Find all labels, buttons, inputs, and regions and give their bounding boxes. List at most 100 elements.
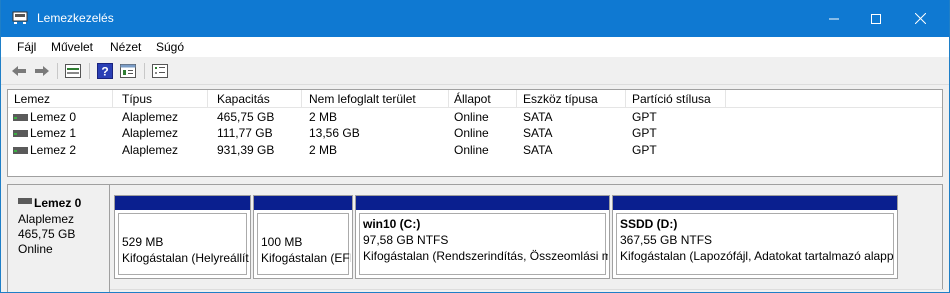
help-icon: ?	[97, 63, 113, 79]
back-icon	[12, 66, 26, 76]
help-button[interactable]: ?	[96, 62, 114, 80]
column-header-disk[interactable]: Lemez	[14, 92, 50, 106]
column-header-partition-style[interactable]: Partíció stílusa	[632, 92, 711, 106]
disk-name: Lemez 0	[34, 196, 82, 210]
svg-text:?: ?	[101, 65, 108, 79]
column-divider[interactable]	[625, 90, 626, 108]
settings-button[interactable]	[151, 62, 169, 80]
disk-graphical-view[interactable]: Lemez 0 Alaplemez 465,75 GB Online 529 M…	[7, 184, 944, 292]
close-icon	[914, 13, 926, 24]
partition-bar	[254, 196, 352, 210]
properties-button[interactable]	[119, 62, 137, 80]
maximize-icon	[871, 13, 881, 24]
column-header-capacity[interactable]: Kapacitás	[217, 92, 270, 106]
column-divider[interactable]	[516, 90, 517, 108]
disk-drive-icon	[13, 130, 28, 137]
menu-action[interactable]: Művelet	[51, 40, 93, 54]
cell-device-type: SATA	[523, 110, 553, 124]
properties-icon	[120, 64, 136, 78]
column-header-unallocated[interactable]: Nem lefoglalt terület	[309, 92, 416, 106]
table-row[interactable]: Lemez 1 Alaplemez 111,77 GB 13,56 GB Onl…	[8, 126, 942, 141]
cell-capacity: 465,75 GB	[217, 110, 275, 124]
partition-body: SSDD (D:) 367,55 GB NTFS Kifogástalan (L…	[616, 213, 894, 275]
disk-list-button[interactable]	[64, 62, 82, 80]
menu-view[interactable]: Nézet	[110, 40, 141, 54]
disk-drive-icon	[18, 198, 32, 204]
column-divider[interactable]	[448, 90, 449, 108]
cell-capacity: 931,39 GB	[217, 143, 275, 157]
column-header-status[interactable]: Állapot	[454, 92, 491, 106]
disk-drive-icon	[13, 147, 28, 154]
cell-disk: Lemez 2	[30, 143, 77, 157]
cell-device-type: SATA	[523, 143, 553, 157]
toolbar-separator	[57, 63, 58, 79]
partition-d[interactable]: SSDD (D:) 367,55 GB NTFS Kifogástalan (L…	[612, 195, 898, 279]
toolbar-separator	[89, 63, 90, 79]
partition-body: 100 MB Kifogástalan (EFI	[257, 213, 351, 275]
partition-name: win10 (C:)	[363, 217, 421, 231]
toolbar: ?	[1, 57, 949, 85]
partition-recovery[interactable]: 529 MB Kifogástalan (Helyreállít	[114, 195, 251, 279]
cell-unallocated: 2 MB	[309, 143, 338, 157]
partition-name: SSDD (D:)	[620, 217, 678, 231]
cell-unallocated: 13,56 GB	[309, 126, 360, 140]
menu-file[interactable]: Fájl	[17, 40, 36, 54]
menu-bar: Fájl Művelet Nézet Súgó	[1, 37, 949, 57]
cell-partition-style: GPT	[632, 126, 657, 140]
partition-size: 367,55 GB NTFS	[620, 233, 713, 247]
cell-partition-style: GPT	[632, 143, 657, 157]
maximize-button[interactable]	[853, 0, 899, 37]
column-divider[interactable]	[301, 90, 302, 108]
cell-type: Alaplemez	[122, 126, 179, 140]
partition-efi[interactable]: 100 MB Kifogástalan (EFI	[253, 195, 353, 279]
partition-size: 529 MB	[122, 235, 164, 249]
cell-status: Online	[454, 110, 489, 124]
column-header-type[interactable]: Típus	[122, 92, 152, 106]
list-header: Lemez Típus Kapacitás Nem lefoglalt terü…	[8, 90, 942, 108]
disk-management-icon	[12, 11, 28, 24]
cell-unallocated: 2 MB	[309, 110, 338, 124]
column-divider[interactable]	[725, 90, 726, 108]
window-title: Lemezkezelés	[37, 11, 114, 25]
disk-list-icon	[65, 64, 81, 78]
minimize-icon	[829, 18, 839, 19]
column-header-device-type[interactable]: Eszköz típusa	[523, 92, 598, 106]
partition-status: Kifogástalan (EFI	[261, 251, 351, 265]
disk-management-window: Lemezkezelés Fájl Művelet Nézet Súgó ? L…	[0, 0, 950, 293]
column-divider[interactable]	[207, 90, 208, 108]
title-bar[interactable]: Lemezkezelés	[1, 0, 949, 37]
cell-disk: Lemez 1	[30, 126, 77, 140]
back-button[interactable]	[10, 62, 28, 80]
partition-status: Kifogástalan (Rendszerindítás, Összeomlá…	[363, 249, 608, 263]
disk-label-panel[interactable]: Lemez 0 Alaplemez 465,75 GB Online	[8, 185, 110, 292]
partition-c[interactable]: win10 (C:) 97,58 GB NTFS Kifogástalan (R…	[355, 195, 610, 279]
disk-list-view[interactable]: Lemez Típus Kapacitás Nem lefoglalt terü…	[7, 89, 943, 177]
partition-body: 529 MB Kifogástalan (Helyreállít	[118, 213, 249, 275]
toolbar-separator	[144, 63, 145, 79]
table-row[interactable]: Lemez 0 Alaplemez 465,75 GB 2 MB Online …	[8, 110, 942, 125]
partition-size: 97,58 GB NTFS	[363, 233, 449, 247]
settings-icon	[152, 64, 168, 78]
minimize-button[interactable]	[811, 0, 857, 37]
partition-status: Kifogástalan (Lapozófájl, Adatokat tarta…	[620, 249, 894, 263]
table-row[interactable]: Lemez 2 Alaplemez 931,39 GB 2 MB Online …	[8, 143, 942, 158]
partition-bar	[115, 196, 250, 210]
menu-help[interactable]: Súgó	[156, 40, 184, 54]
disk-size: 465,75 GB	[18, 227, 76, 241]
cell-capacity: 111,77 GB	[217, 126, 273, 140]
partition-bar	[613, 196, 897, 210]
cell-device-type: SATA	[523, 126, 553, 140]
cell-status: Online	[454, 126, 489, 140]
partition-size: 100 MB	[261, 235, 303, 249]
cell-type: Alaplemez	[122, 110, 179, 124]
forward-icon	[35, 66, 49, 76]
disk-status: Online	[18, 242, 53, 256]
cell-type: Alaplemez	[122, 143, 179, 157]
partition-bar	[356, 196, 609, 210]
cell-status: Online	[454, 143, 489, 157]
forward-button[interactable]	[33, 62, 51, 80]
close-button[interactable]	[897, 0, 943, 37]
partition-status: Kifogástalan (Helyreállít	[122, 251, 249, 265]
disk-drive-icon	[13, 114, 28, 121]
column-divider[interactable]	[112, 90, 113, 108]
